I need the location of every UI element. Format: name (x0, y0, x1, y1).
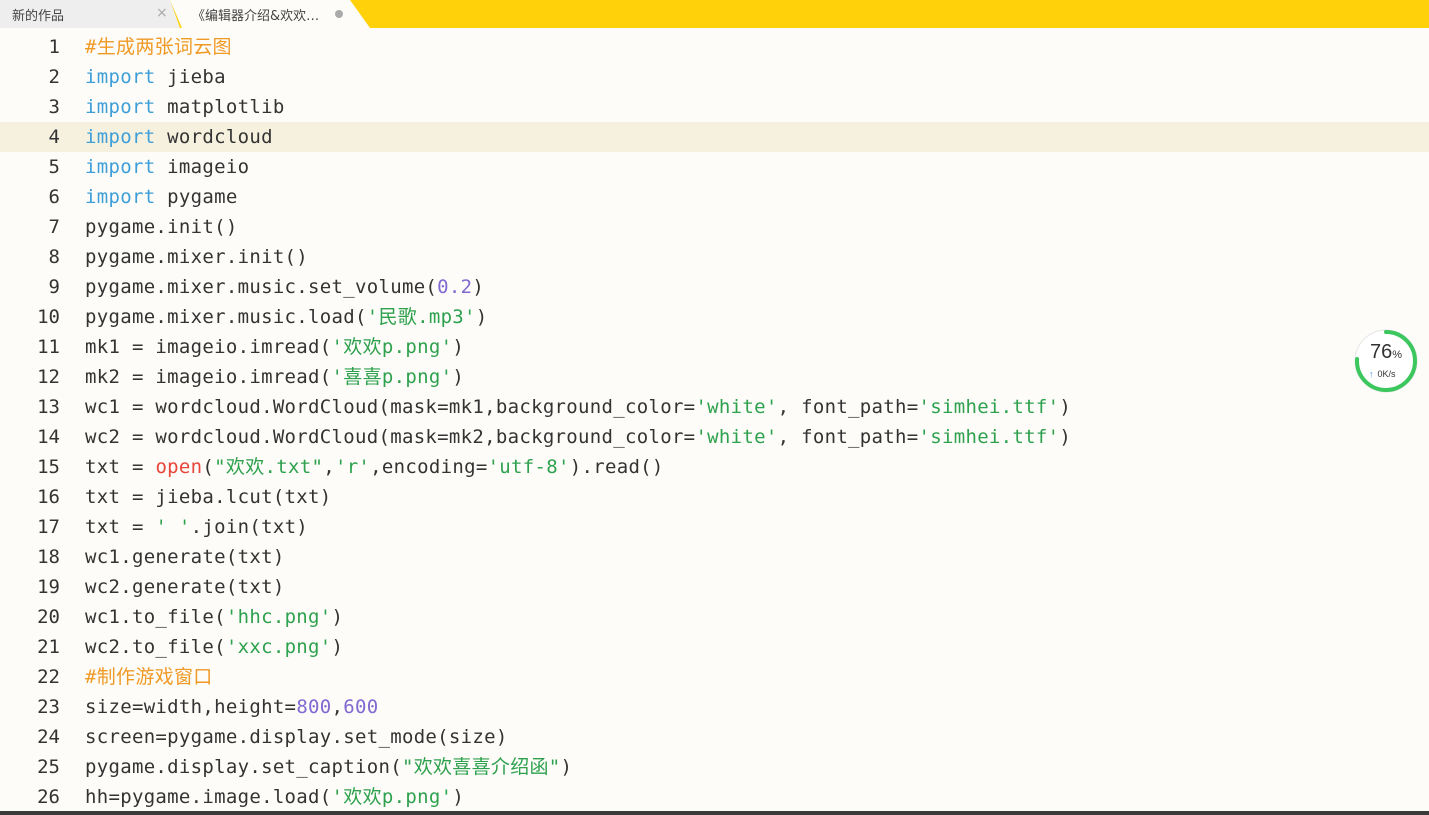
line-number: 21 (37, 636, 60, 658)
widget-speed: ↑ 0K/s (1369, 369, 1396, 379)
code-text[interactable]: wc2.to_file('xxc.png') (85, 632, 343, 662)
code-line[interactable]: 18 wc1.generate(txt) (0, 542, 1429, 572)
line-number: 16 (37, 486, 60, 508)
bottom-border (0, 811, 1429, 815)
code-text[interactable]: import matplotlib (85, 92, 285, 122)
tab-label: 新的作品 (12, 8, 65, 24)
code-line[interactable]: 3 import matplotlib (0, 92, 1429, 122)
code-line[interactable]: 21 wc2.to_file('xxc.png') (0, 632, 1429, 662)
code-text[interactable]: wc2 = wordcloud.WordCloud(mask=mk2,backg… (85, 422, 1071, 452)
code-line[interactable]: 24 screen=pygame.display.set_mode(size) (0, 722, 1429, 752)
line-number: 14 (37, 426, 60, 448)
unsaved-dot-icon[interactable] (335, 10, 343, 18)
code-text[interactable]: size=width,height=800,600 (85, 692, 379, 722)
code-line[interactable]: 10 pygame.mixer.music.load('民歌.mp3') (0, 302, 1429, 332)
line-number: 18 (37, 546, 60, 568)
code-line[interactable]: 25 pygame.display.set_caption("欢欢喜喜介绍函") (0, 752, 1429, 782)
code-text[interactable]: wc1 = wordcloud.WordCloud(mask=mk1,backg… (85, 392, 1071, 422)
tab-bar: 新的作品 × 《编辑器介绍&欢欢喜喜介绍函》 (0, 0, 1429, 28)
line-number: 22 (37, 666, 60, 688)
line-number: 2 (48, 66, 60, 88)
code-line[interactable]: 1 #生成两张词云图 (0, 32, 1429, 62)
tab-editor-intro[interactable]: 《编辑器介绍&欢欢喜喜介绍函》 (170, 0, 370, 28)
code-text[interactable]: pygame.display.set_caption("欢欢喜喜介绍函") (85, 752, 572, 782)
code-text[interactable]: pygame.mixer.music.load('民歌.mp3') (85, 302, 488, 332)
code-line[interactable]: 13 wc1 = wordcloud.WordCloud(mask=mk1,bac… (0, 392, 1429, 422)
code-text[interactable]: txt = ' '.join(txt) (85, 512, 308, 542)
code-line[interactable]: 5 import imageio (0, 152, 1429, 182)
network-speed-widget[interactable]: 76% ↑ 0K/s (1353, 328, 1419, 394)
code-text[interactable]: pygame.mixer.init() (85, 242, 308, 272)
line-number: 25 (37, 756, 60, 778)
code-line[interactable]: 20 wc1.to_file('hhc.png') (0, 602, 1429, 632)
code-line[interactable]: 2 import jieba (0, 62, 1429, 92)
line-number: 19 (37, 576, 60, 598)
code-text[interactable]: txt = jieba.lcut(txt) (85, 482, 332, 512)
code-line[interactable]: 8 pygame.mixer.init() (0, 242, 1429, 272)
tab-new-work[interactable]: 新的作品 × (0, 0, 180, 28)
line-number: 9 (48, 276, 60, 298)
code-text[interactable]: import jieba (85, 62, 226, 92)
line-number: 1 (48, 36, 60, 58)
code-text[interactable]: #制作游戏窗口 (85, 662, 213, 692)
line-number: 23 (37, 696, 60, 718)
code-text[interactable]: pygame.mixer.music.set_volume(0.2) (85, 272, 484, 302)
code-line[interactable]: 7 pygame.init() (0, 212, 1429, 242)
code-line[interactable]: 6 import pygame (0, 182, 1429, 212)
line-number: 3 (48, 96, 60, 118)
line-number: 10 (37, 306, 60, 328)
upload-arrow-icon: ↑ (1369, 369, 1374, 379)
code-editor[interactable]: 1 #生成两张词云图 2 import jieba 3 import matplotlib… (0, 32, 1429, 812)
line-number: 13 (37, 396, 60, 418)
code-line[interactable]: 17 txt = ' '.join(txt) (0, 512, 1429, 542)
code-line[interactable]: 14 wc2 = wordcloud.WordCloud(mask=mk2,bac… (0, 422, 1429, 452)
code-line[interactable]: 26 hh=pygame.image.load('欢欢p.png') (0, 782, 1429, 812)
widget-percent: 76% (1369, 341, 1403, 363)
line-number: 4 (48, 126, 60, 148)
code-line[interactable]: 9 pygame.mixer.music.set_volume(0.2) (0, 272, 1429, 302)
line-number: 5 (48, 156, 60, 178)
code-line[interactable]: 15 txt = open("欢欢.txt",'r',encoding='utf-… (0, 452, 1429, 482)
line-number: 20 (37, 606, 60, 628)
line-number: 17 (37, 516, 60, 538)
tab-label: 《编辑器介绍&欢欢喜喜介绍函》 (192, 8, 324, 24)
code-line[interactable]: 23 size=width,height=800,600 (0, 692, 1429, 722)
close-icon[interactable]: × (156, 5, 168, 21)
line-number: 7 (48, 216, 60, 238)
code-line[interactable]: 11 mk1 = imageio.imread('欢欢p.png') (0, 332, 1429, 362)
line-number: 26 (37, 786, 60, 808)
code-text[interactable]: import wordcloud (85, 122, 273, 152)
line-number: 12 (37, 366, 60, 388)
code-line[interactable]: 16 txt = jieba.lcut(txt) (0, 482, 1429, 512)
code-text[interactable]: mk1 = imageio.imread('欢欢p.png') (85, 332, 464, 362)
line-number: 15 (37, 456, 60, 478)
code-line[interactable]: 4 import wordcloud (0, 122, 1429, 152)
code-text[interactable]: #生成两张词云图 (85, 32, 232, 62)
code-text[interactable]: hh=pygame.image.load('欢欢p.png') (85, 782, 464, 812)
code-text[interactable]: wc1.generate(txt) (85, 542, 285, 572)
code-text[interactable]: pygame.init() (85, 212, 238, 242)
code-line[interactable]: 22 #制作游戏窗口 (0, 662, 1429, 692)
code-text[interactable]: import imageio (85, 152, 249, 182)
code-line[interactable]: 12 mk2 = imageio.imread('喜喜p.png') (0, 362, 1429, 392)
code-text[interactable]: txt = open("欢欢.txt",'r',encoding='utf-8'… (85, 452, 664, 482)
code-text[interactable]: mk2 = imageio.imread('喜喜p.png') (85, 362, 464, 392)
code-line[interactable]: 19 wc2.generate(txt) (0, 572, 1429, 602)
code-text[interactable]: wc1.to_file('hhc.png') (85, 602, 343, 632)
code-text[interactable]: wc2.generate(txt) (85, 572, 285, 602)
code-text[interactable]: screen=pygame.display.set_mode(size) (85, 722, 508, 752)
line-number: 11 (37, 336, 60, 358)
line-number: 8 (48, 246, 60, 268)
code-text[interactable]: import pygame (85, 182, 238, 212)
line-number: 6 (48, 186, 60, 208)
line-number: 24 (37, 726, 60, 748)
